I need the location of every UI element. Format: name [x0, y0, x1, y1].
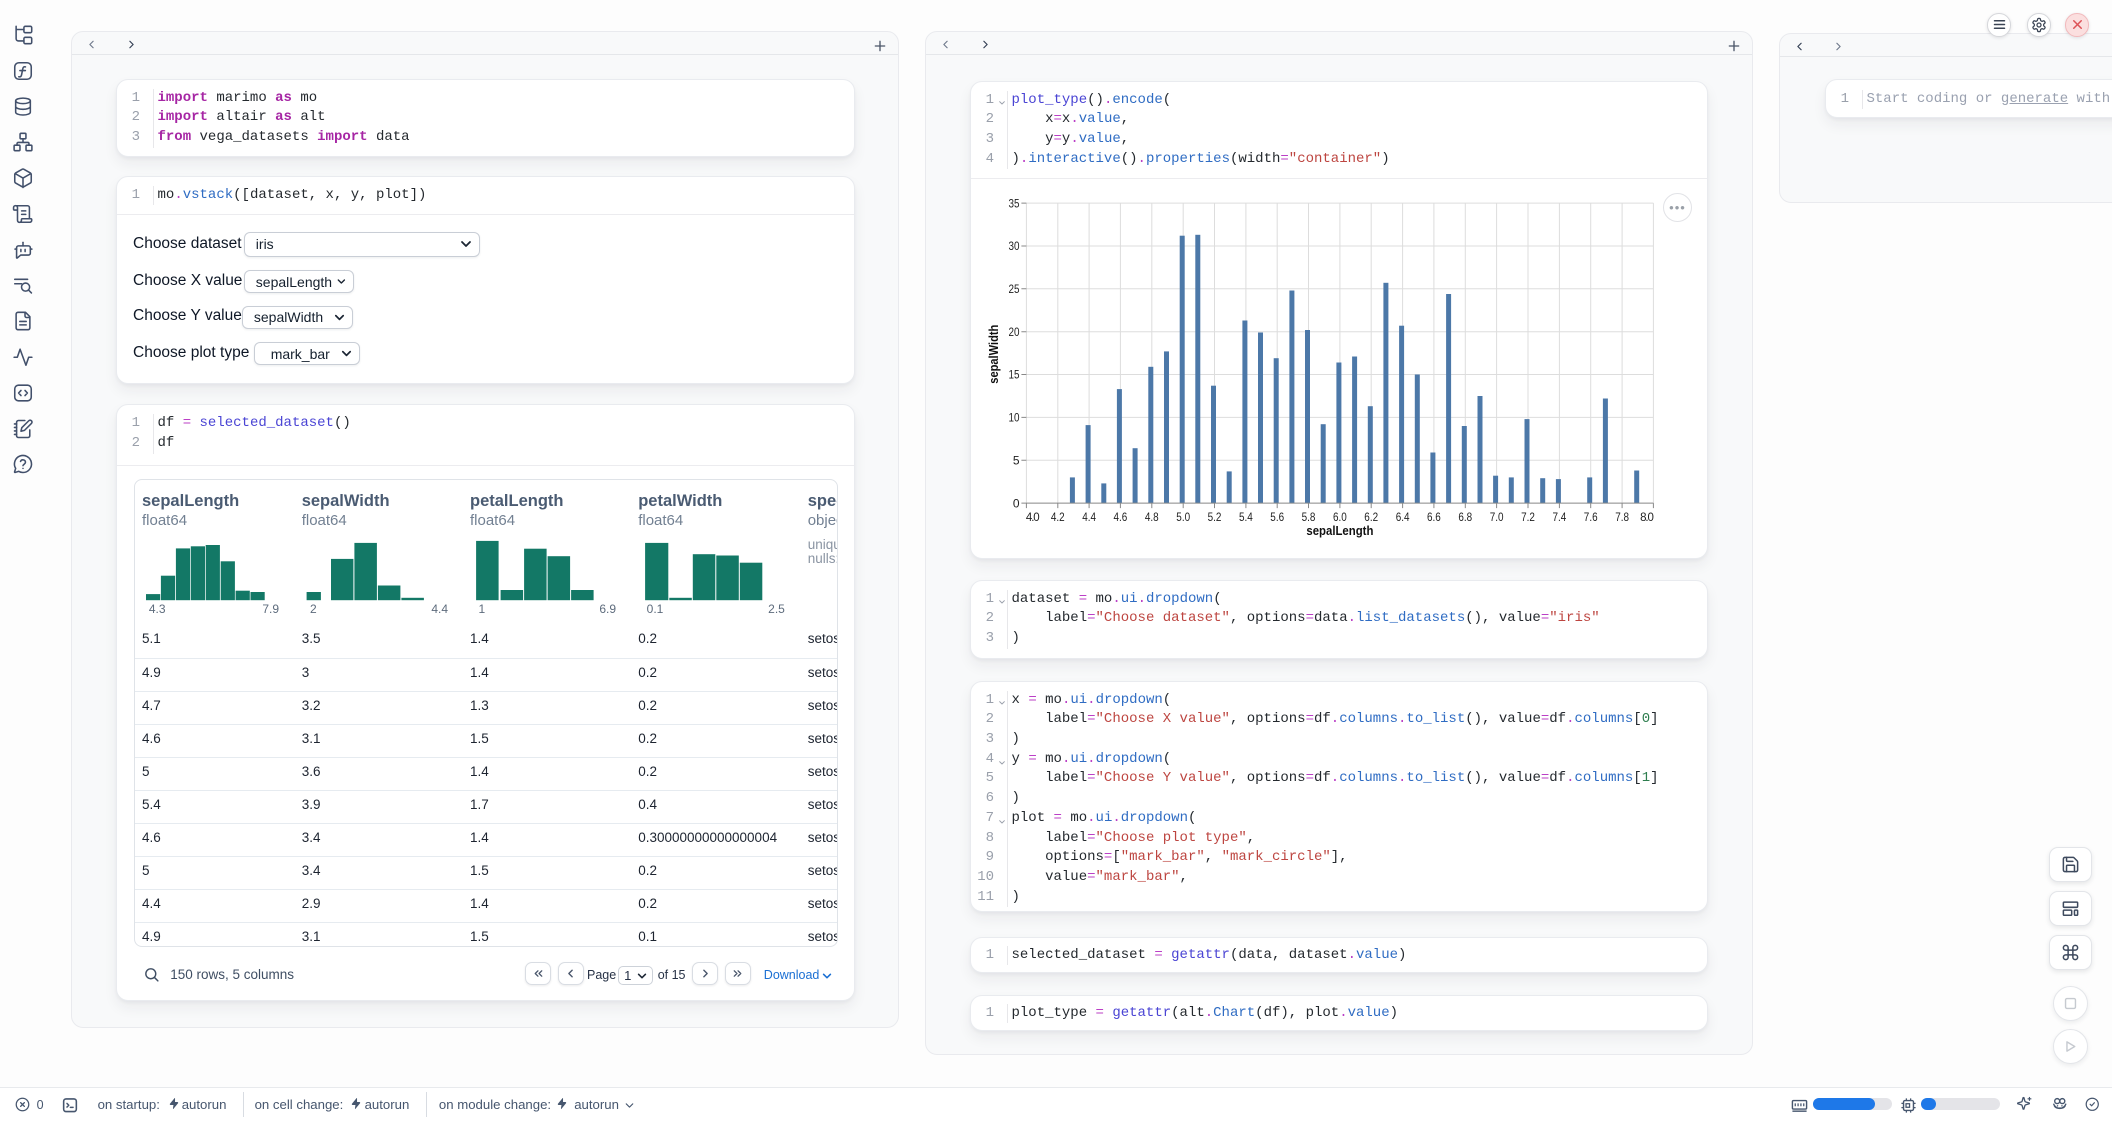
svg-text:2.5: 2.5 [768, 602, 785, 616]
svg-text:5.0: 5.0 [1176, 512, 1190, 524]
svg-text:10: 10 [1009, 411, 1020, 425]
svg-text:5.6: 5.6 [1270, 512, 1284, 524]
svg-text:4.3: 4.3 [149, 602, 166, 616]
svg-text:6.0: 6.0 [1333, 512, 1347, 524]
svg-text:7.6: 7.6 [1584, 512, 1598, 524]
svg-text:5.2: 5.2 [1208, 512, 1222, 524]
svg-text:4.4: 4.4 [431, 602, 448, 616]
svg-text:20: 20 [1009, 325, 1020, 339]
svg-text:7.0: 7.0 [1490, 512, 1504, 524]
svg-text:4.0: 4.0 [1026, 512, 1040, 524]
svg-text:6.9: 6.9 [599, 602, 616, 616]
svg-text:4.6: 4.6 [1114, 512, 1128, 524]
svg-text:4.8: 4.8 [1145, 512, 1159, 524]
svg-text:6.2: 6.2 [1364, 512, 1378, 524]
svg-text:4.4: 4.4 [1082, 512, 1096, 524]
svg-text:0: 0 [1013, 496, 1020, 510]
svg-text:6.4: 6.4 [1396, 512, 1410, 524]
svg-text:6.6: 6.6 [1427, 512, 1441, 524]
svg-text:8.0: 8.0 [1640, 512, 1654, 524]
svg-text:15: 15 [1009, 368, 1020, 382]
svg-text:25: 25 [1009, 282, 1020, 296]
svg-text:7.2: 7.2 [1521, 512, 1535, 524]
svg-text:30: 30 [1009, 239, 1020, 253]
svg-text:7.8: 7.8 [1615, 512, 1629, 524]
svg-text:sepalLength: sepalLength [1306, 524, 1373, 538]
svg-text:4.2: 4.2 [1051, 512, 1065, 524]
svg-text:5.8: 5.8 [1302, 512, 1316, 524]
svg-text:5.4: 5.4 [1239, 512, 1253, 524]
svg-text:5: 5 [1013, 453, 1020, 467]
svg-text:7.9: 7.9 [262, 602, 279, 616]
svg-text:1: 1 [478, 602, 485, 616]
svg-text:2: 2 [310, 602, 317, 616]
svg-text:35: 35 [1009, 196, 1020, 210]
svg-text:sepalWidth: sepalWidth [987, 325, 1001, 384]
svg-text:0.1: 0.1 [647, 602, 664, 616]
svg-text:7.4: 7.4 [1553, 512, 1567, 524]
svg-text:6.8: 6.8 [1458, 512, 1472, 524]
